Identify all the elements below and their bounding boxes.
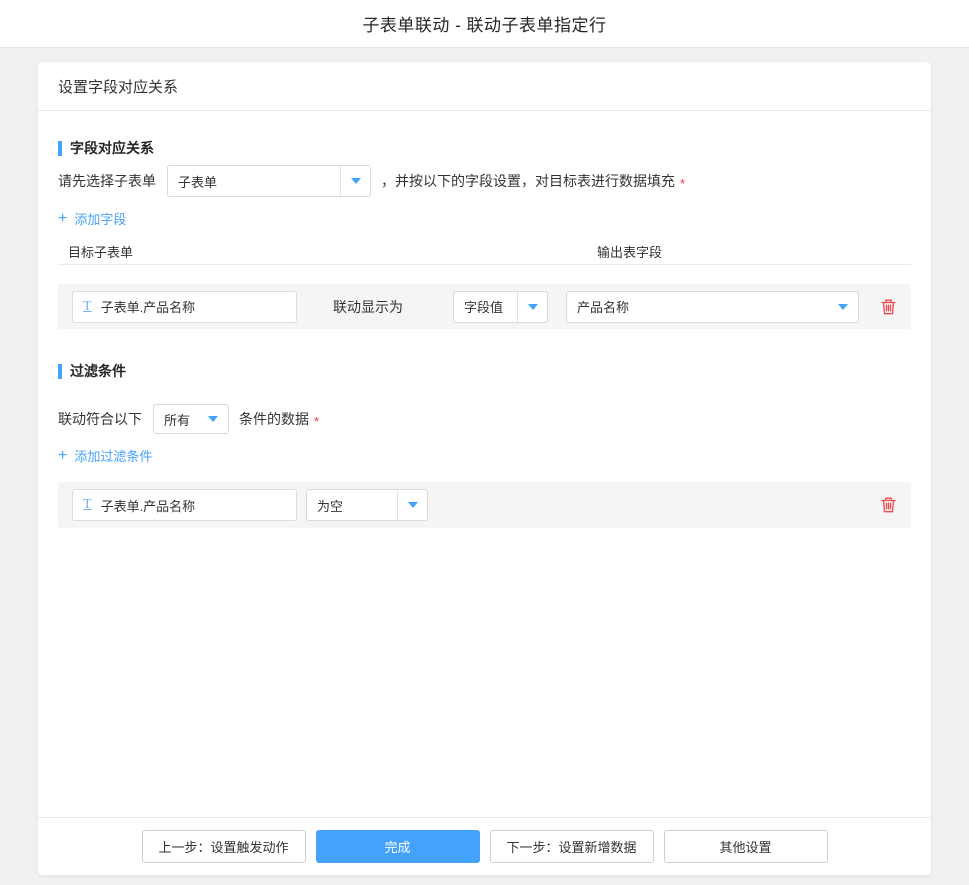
- plus-icon: +: [58, 449, 67, 463]
- top-bar: 子表单联动 - 联动子表单指定行: [0, 0, 969, 48]
- subform-after-text: ，并按以下的字段设置，对目标表进行数据填充: [381, 171, 675, 191]
- chevron-down-icon: [198, 405, 228, 433]
- required-asterisk: *: [314, 414, 319, 429]
- match-type-select[interactable]: 所有: [153, 404, 229, 434]
- finish-button[interactable]: 完成: [316, 830, 480, 863]
- trash-icon: [880, 496, 897, 514]
- subform-select-value: 子表单: [168, 172, 340, 191]
- next-step-button[interactable]: 下一步：设置新增数据: [490, 830, 654, 863]
- mapping-column-headers: 目标子表单 输出表字段: [58, 242, 911, 258]
- output-field-select[interactable]: 产品名称: [566, 291, 859, 323]
- display-mode-value: 字段值: [454, 297, 517, 316]
- text-field-icon: T: [83, 498, 92, 512]
- output-field-value: 产品名称: [567, 297, 828, 316]
- target-field-value: 子表单.产品名称: [101, 297, 196, 316]
- delete-row-button[interactable]: [880, 298, 897, 316]
- panel-header: 设置字段对应关系: [38, 62, 931, 111]
- subform-select-label: 请先选择子表单: [58, 171, 156, 191]
- required-asterisk: *: [680, 176, 685, 191]
- section-title-field-mapping: 字段对应关系: [58, 141, 911, 156]
- filter-field-value: 子表单.产品名称: [101, 496, 196, 515]
- chevron-down-icon: [340, 166, 370, 196]
- filter-suffix-label: 条件的数据: [239, 409, 309, 429]
- column-header-target: 目标子表单: [68, 242, 133, 261]
- display-as-label: 联动显示为: [333, 297, 403, 317]
- filter-prefix-label: 联动符合以下: [58, 409, 142, 429]
- other-settings-button[interactable]: 其他设置: [664, 830, 828, 863]
- match-type-value: 所有: [154, 410, 198, 429]
- chevron-down-icon: [828, 292, 858, 322]
- column-header-divider: [58, 264, 911, 265]
- filter-field-box[interactable]: T 子表单.产品名称: [72, 489, 297, 521]
- page-title: 子表单联动 - 联动子表单指定行: [362, 11, 606, 36]
- subform-select[interactable]: 子表单: [167, 165, 371, 197]
- add-field-link[interactable]: + 添加字段: [58, 209, 126, 228]
- plus-icon: +: [58, 212, 67, 226]
- operator-value: 为空: [307, 496, 397, 515]
- panel-body: 字段对应关系 请先选择子表单 子表单 ，并按以下的字段设置，对目标表进行数据填充…: [38, 111, 931, 817]
- chevron-down-icon: [517, 292, 547, 322]
- chevron-down-icon: [397, 490, 427, 520]
- filter-condition-line: 联动符合以下 所有 条件的数据 *: [58, 404, 911, 434]
- add-filter-link[interactable]: + 添加过滤条件: [58, 446, 152, 465]
- subform-select-line: 请先选择子表单 子表单 ，并按以下的字段设置，对目标表进行数据填充 *: [58, 165, 911, 197]
- panel-title: 设置字段对应关系: [58, 76, 178, 97]
- column-header-output: 输出表字段: [597, 242, 662, 261]
- trash-icon: [880, 298, 897, 316]
- add-field-label: 添加字段: [74, 209, 126, 228]
- filter-row: T 子表单.产品名称 为空: [58, 482, 911, 528]
- section-title-filter: 过滤条件: [58, 364, 911, 379]
- mapping-row: T 子表单.产品名称 联动显示为 字段值 产品名称: [58, 284, 911, 329]
- empty-area: [58, 528, 911, 817]
- prev-step-button[interactable]: 上一步：设置触发动作: [142, 830, 306, 863]
- add-filter-label: 添加过滤条件: [74, 446, 152, 465]
- target-field-box[interactable]: T 子表单.产品名称: [72, 291, 297, 323]
- display-mode-select[interactable]: 字段值: [453, 291, 548, 323]
- operator-select[interactable]: 为空: [306, 489, 428, 521]
- settings-panel: 设置字段对应关系 字段对应关系 请先选择子表单 子表单 ，并按以下的字段设置，对…: [38, 62, 931, 875]
- footer-bar: 上一步：设置触发动作 完成 下一步：设置新增数据 其他设置: [38, 817, 931, 875]
- delete-filter-button[interactable]: [880, 496, 897, 514]
- text-field-icon: T: [83, 300, 92, 314]
